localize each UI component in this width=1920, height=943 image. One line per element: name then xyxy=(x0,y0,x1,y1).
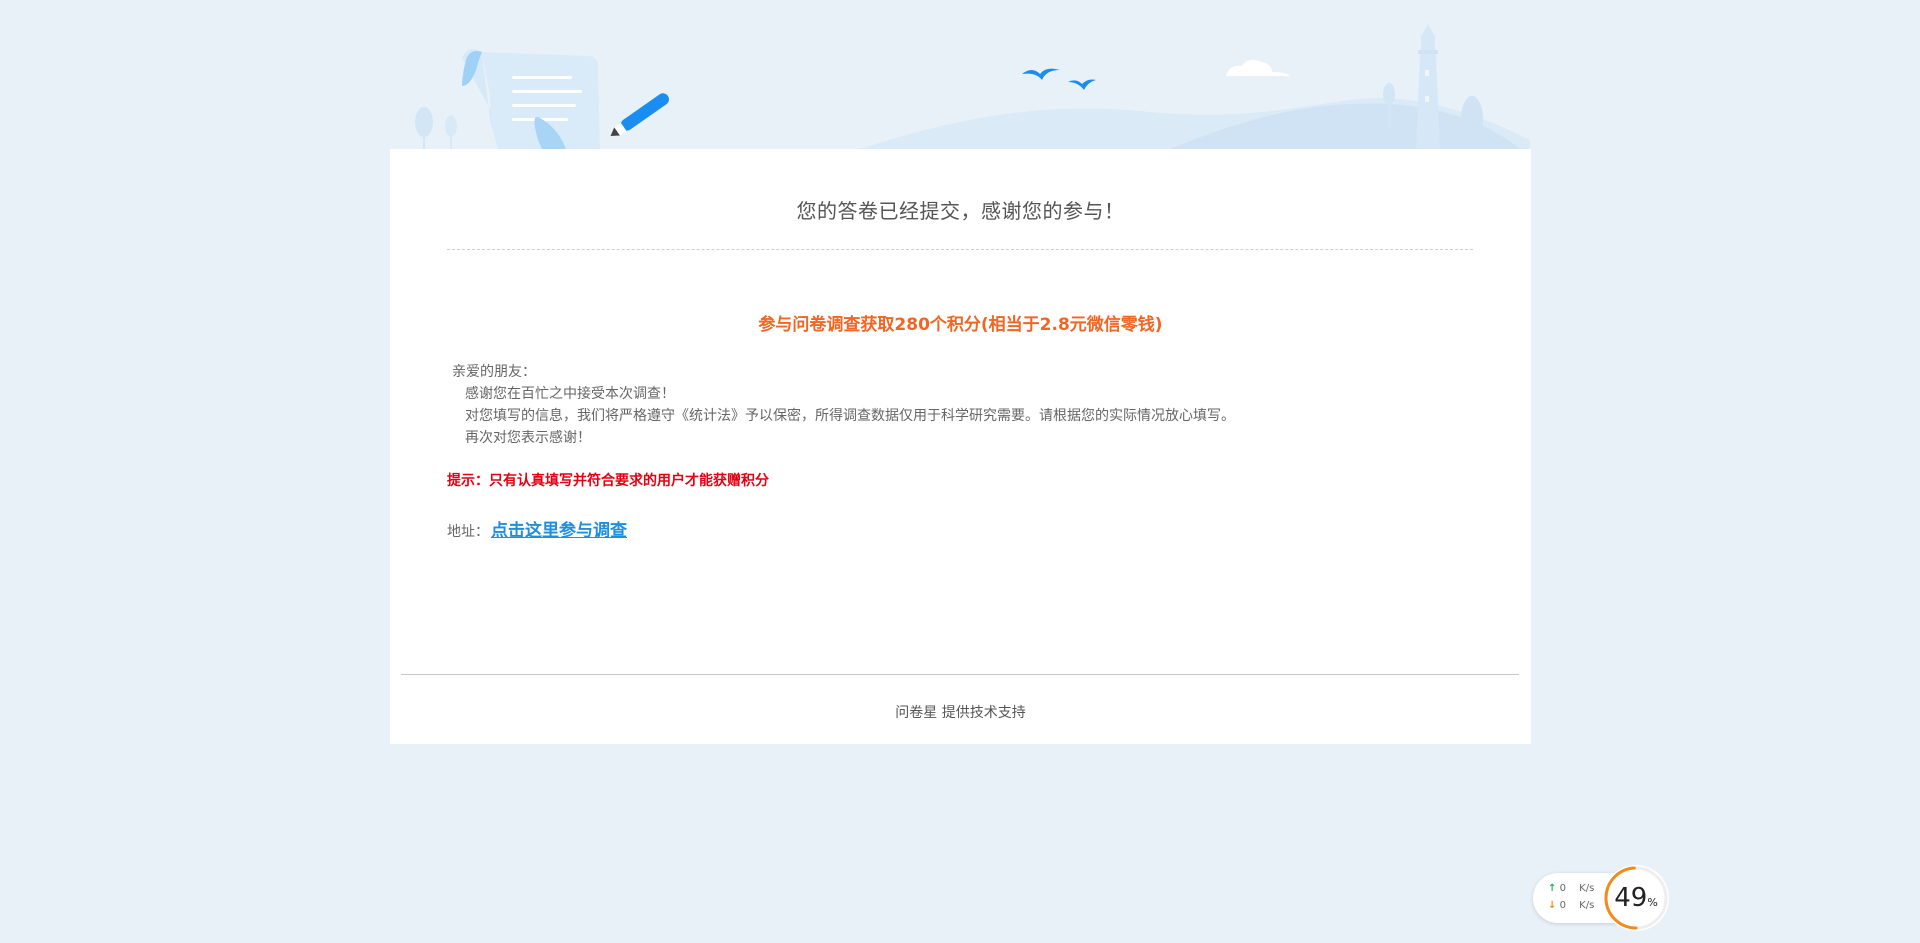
letter-line: 再次对您表示感谢！ xyxy=(465,430,591,446)
download-value: 0 xyxy=(1559,900,1566,911)
title-divider xyxy=(447,249,1473,250)
survey-illustration-icon xyxy=(415,24,1530,149)
footer-divider xyxy=(401,674,1519,675)
usage-readout: 49% xyxy=(1602,864,1670,932)
footer-credit: 问卷星 提供技术支持 xyxy=(895,705,1026,721)
letter-line: 对您填写的信息，我们将严格遵守《统计法》予以保密，所得调查数据仅用于科学研究需要… xyxy=(465,408,1235,424)
address-label: 地址： xyxy=(447,524,489,540)
download-arrow-icon: ↓ xyxy=(1548,900,1557,911)
address-row: 地址： 点击这里参与调查 xyxy=(447,516,627,541)
letter-greeting: 亲爱的朋友： xyxy=(452,364,536,380)
upload-arrow-icon: ↑ xyxy=(1548,883,1557,894)
page-title: 您的答卷已经提交，感谢您的参与！ xyxy=(796,199,1125,223)
letter-line: 感谢您在百忙之中接受本次调查！ xyxy=(465,386,675,402)
thank-you-letter: 亲爱的朋友： 感谢您在百忙之中接受本次调查！ 对您填写的信息，我们将严格遵守《统… xyxy=(452,361,1235,449)
survey-link[interactable]: 点击这里参与调查 xyxy=(491,521,627,541)
upload-unit: K/s xyxy=(1579,883,1595,894)
tip-notice: 提示：只有认真填写并符合要求的用户才能获赠积分 xyxy=(447,473,769,489)
usage-unit: % xyxy=(1647,896,1658,909)
usage-value: 49 xyxy=(1614,883,1648,913)
download-speed: ↓ 0 K/s xyxy=(1548,900,1594,911)
download-unit: K/s xyxy=(1579,900,1595,911)
upload-value: 0 xyxy=(1559,883,1566,894)
reward-banner: 参与问卷调查获取280个积分(相当于2.8元微信零钱) xyxy=(758,315,1163,335)
header-illustration xyxy=(390,0,1530,149)
upload-speed: ↑ 0 K/s xyxy=(1548,883,1594,894)
usage-gauge[interactable]: 49% xyxy=(1602,864,1670,932)
survey-result-card: 您的答卷已经提交，感谢您的参与！ 参与问卷调查获取280个积分(相当于2.8元微… xyxy=(390,149,1531,744)
